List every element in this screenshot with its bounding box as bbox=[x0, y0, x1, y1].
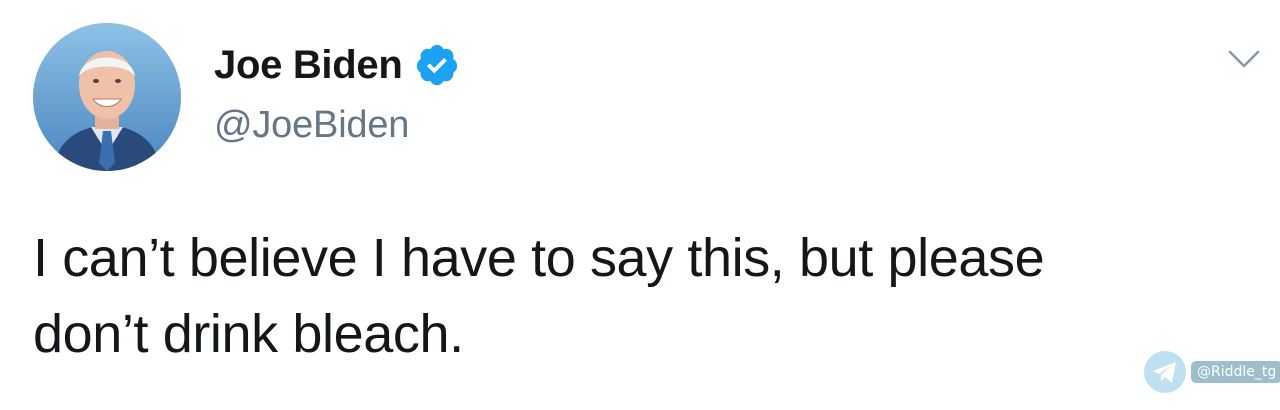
watermark: @Riddle_tg bbox=[1143, 350, 1280, 394]
tweet-text-line: don’t drink bleach. bbox=[33, 304, 464, 364]
profile-photo bbox=[33, 23, 181, 171]
tweet-text: I can’t believe I have to say this, but … bbox=[33, 220, 1263, 372]
author-name-row[interactable]: Joe Biden bbox=[214, 40, 460, 90]
watermark-label: @Riddle_tg bbox=[1191, 361, 1280, 383]
avatar[interactable] bbox=[33, 23, 181, 171]
display-name[interactable]: Joe Biden bbox=[214, 43, 403, 88]
verified-badge-icon bbox=[414, 42, 460, 88]
tweet-text-line: I can’t believe I have to say this, but … bbox=[33, 228, 1045, 288]
chevron-down-icon[interactable] bbox=[1222, 44, 1266, 74]
telegram-icon bbox=[1143, 350, 1187, 394]
user-handle[interactable]: @JoeBiden bbox=[214, 104, 409, 147]
